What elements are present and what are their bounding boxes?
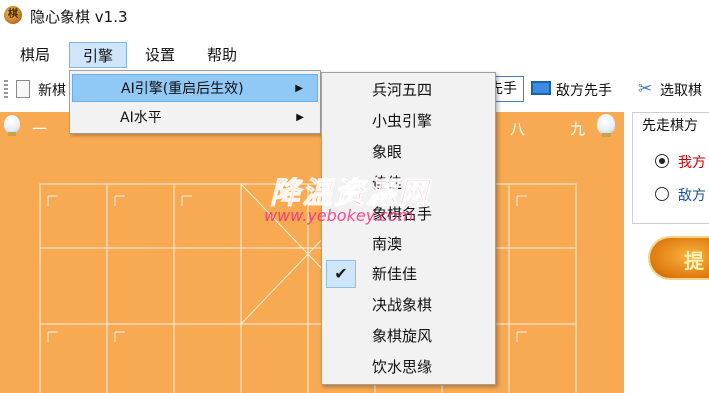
column-number: 八: [510, 120, 526, 138]
menu-help[interactable]: 帮助: [196, 42, 248, 68]
engine-option[interactable]: 决战象棋: [324, 290, 493, 320]
scissors-icon[interactable]: ✂: [638, 79, 652, 99]
monitor-icon[interactable]: [531, 81, 551, 95]
app-icon: 棋: [4, 6, 22, 24]
board-grid: [39, 183, 577, 393]
toolbar-grip[interactable]: [4, 80, 8, 100]
engine-option-label: 决战象棋: [372, 296, 433, 314]
radio-label-enemy-side[interactable]: 敌方: [678, 185, 706, 205]
hint-button-label[interactable]: 提: [684, 245, 704, 274]
engine-option[interactable]: 南澳: [324, 229, 493, 259]
radio-my-side[interactable]: [655, 154, 669, 168]
engine-option-selected[interactable]: 新佳佳: [324, 259, 493, 289]
radio-enemy-side[interactable]: [655, 187, 669, 201]
menu-game[interactable]: 棋局: [10, 42, 60, 68]
bulb-icon: [4, 115, 20, 136]
menu-engine[interactable]: 引擎: [69, 42, 127, 68]
engine-option[interactable]: 象棋旋风: [324, 321, 493, 351]
cancel-select-button[interactable]: 选取棋: [660, 80, 702, 100]
column-number: 一: [32, 120, 48, 138]
engine-option-label: 象眼: [372, 143, 403, 161]
engine-option-label: 象棋旋风: [372, 327, 433, 345]
engine-option-label: 小虫引擎: [372, 112, 433, 130]
engine-option-label: 新佳佳: [372, 265, 418, 283]
engine-option[interactable]: 小虫引擎: [324, 106, 493, 136]
engine-option[interactable]: 象眼: [324, 137, 493, 167]
submenu-arrow-icon: ▶: [296, 112, 304, 123]
engine-option-label: 兵河五四: [372, 81, 433, 99]
submenu-arrow-icon: ▶: [295, 83, 303, 94]
menu-item-label: AI水平: [120, 110, 162, 126]
window-title: 隐心象棋 v1.3: [30, 8, 128, 26]
radio-label-my-side[interactable]: 我方: [678, 152, 706, 172]
engine-option-label: 饮水思缘: [372, 358, 433, 376]
bulb-icon: [597, 114, 615, 137]
column-number: 九: [570, 120, 586, 138]
watermark-url: www.yebokey.com: [264, 206, 414, 225]
groupbox-title: 先走棋方: [640, 115, 700, 135]
new-document-icon[interactable]: [16, 80, 30, 98]
enemy-first-button[interactable]: 敌方先手: [556, 80, 612, 100]
engine-option[interactable]: 兵河五四: [324, 75, 493, 105]
new-game-button[interactable]: 新棋: [38, 80, 66, 100]
menu-settings[interactable]: 设置: [134, 42, 186, 68]
menu-item-ai-level[interactable]: AI水平 ▶: [72, 104, 318, 132]
engine-option[interactable]: 饮水思缘: [324, 352, 493, 382]
menu-item-label: AI引擎(重启后生效): [121, 81, 244, 97]
engine-option-label: 南澳: [372, 235, 403, 253]
menu-item-ai-engine[interactable]: AI引擎(重启后生效) ▶: [72, 74, 318, 102]
